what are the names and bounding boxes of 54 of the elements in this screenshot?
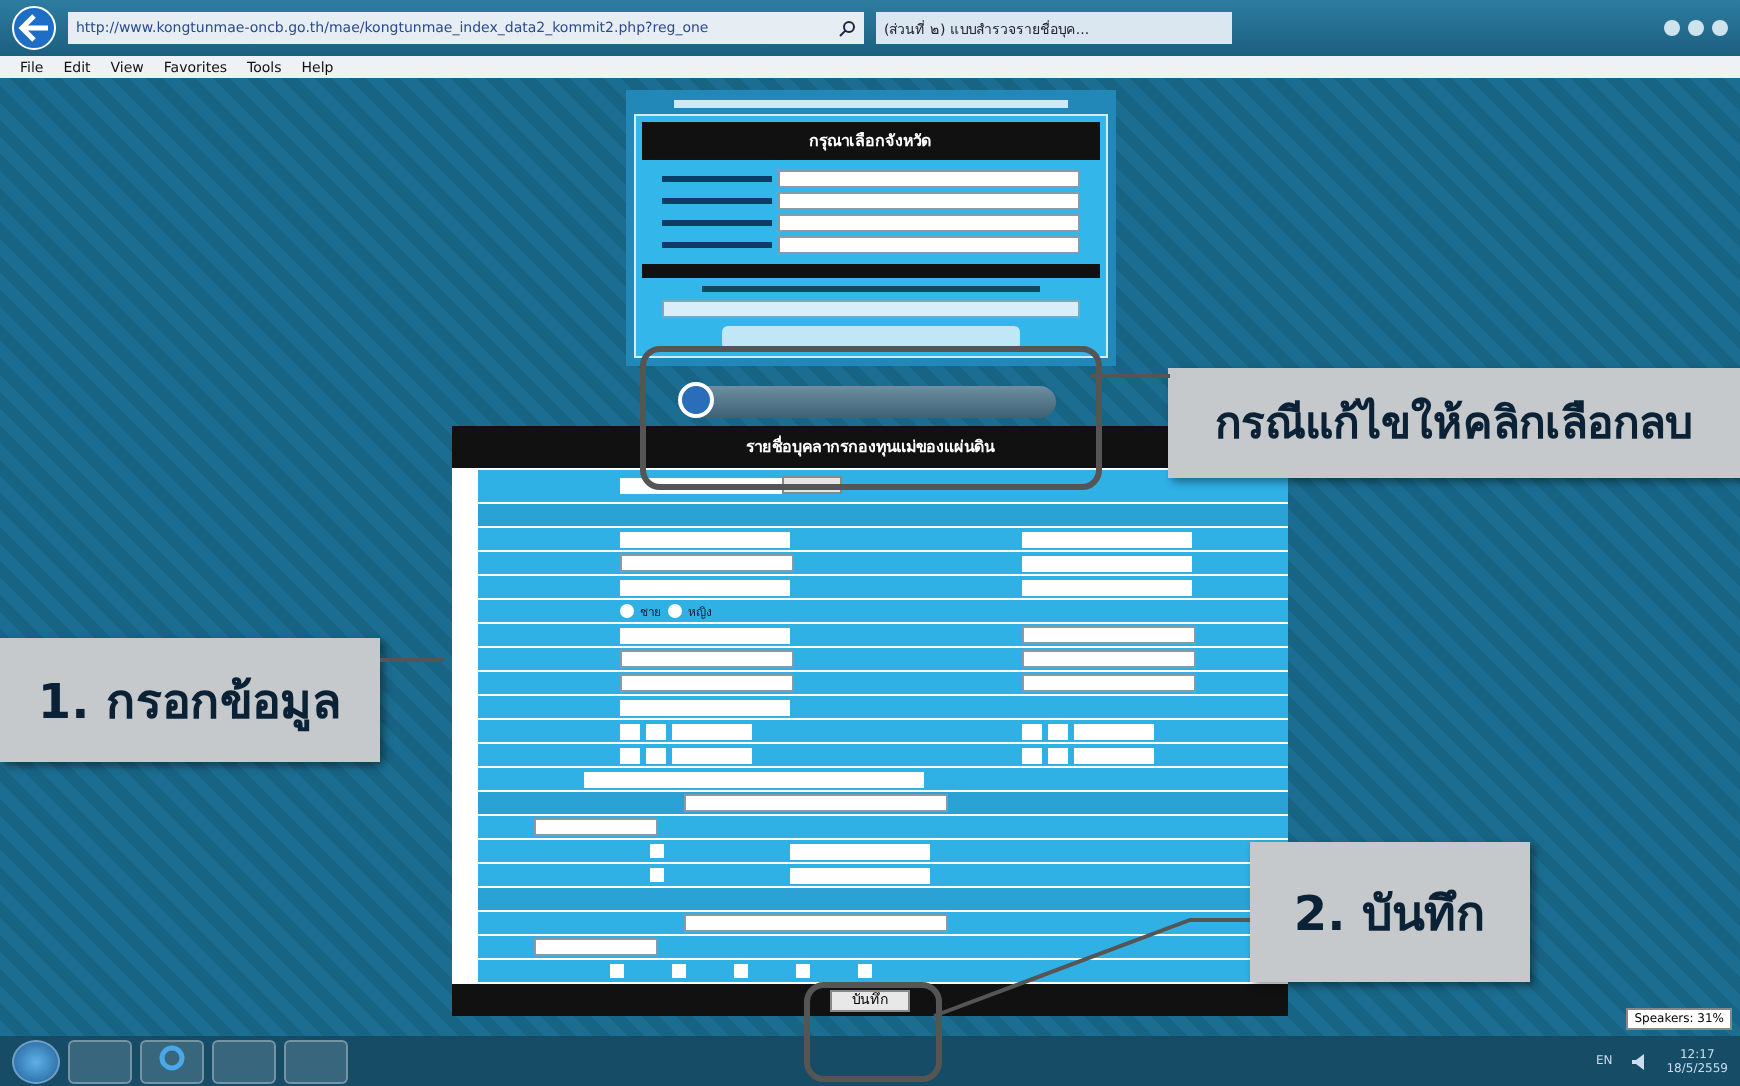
browser-icons-drawing — [1664, 20, 1728, 36]
select-field[interactable] — [1022, 650, 1196, 668]
browser-icon[interactable] — [140, 1039, 204, 1083]
select-field[interactable] — [684, 914, 948, 932]
input-field[interactable] — [620, 627, 790, 643]
select-field[interactable] — [620, 554, 794, 572]
select-field[interactable] — [534, 818, 658, 836]
leader-line — [1090, 374, 1170, 378]
checkbox[interactable] — [650, 868, 664, 882]
input-field[interactable] — [620, 531, 790, 547]
leader-line — [380, 658, 444, 662]
input-field[interactable] — [790, 867, 930, 883]
start-button[interactable] — [12, 1039, 60, 1083]
select-field[interactable] — [534, 938, 658, 956]
input-field[interactable] — [620, 579, 790, 595]
select-field[interactable] — [661, 300, 1079, 318]
input-field[interactable] — [1074, 723, 1154, 739]
checkbox[interactable] — [610, 964, 624, 978]
select-field[interactable] — [620, 674, 794, 692]
label-bar — [661, 242, 771, 248]
input-field[interactable] — [672, 747, 752, 763]
checkbox[interactable] — [858, 964, 872, 978]
select-field[interactable] — [684, 794, 948, 812]
back-button[interactable] — [12, 6, 56, 50]
checkbox[interactable] — [672, 964, 686, 978]
search-icon[interactable] — [838, 19, 856, 37]
label-bar — [661, 176, 771, 182]
select-field[interactable] — [1022, 674, 1196, 692]
select-field[interactable] — [777, 170, 1079, 188]
input-field[interactable] — [1022, 555, 1192, 571]
select-field[interactable] — [777, 192, 1079, 210]
callout-label: 2. บันทึก — [1250, 842, 1530, 982]
input-field[interactable] — [584, 771, 924, 787]
callout-label: 1. กรอกข้อมูล — [0, 638, 380, 762]
select-field[interactable] — [777, 236, 1079, 254]
radio-button[interactable] — [620, 604, 634, 618]
checkbox[interactable] — [650, 844, 664, 858]
label-bar — [661, 198, 771, 204]
input-field[interactable] — [790, 843, 930, 859]
input-field[interactable] — [1022, 579, 1192, 595]
panel-heading: กรุณาเลือกจังหวัด — [641, 122, 1099, 160]
checkbox[interactable] — [796, 964, 810, 978]
checkbox[interactable] — [734, 964, 748, 978]
input-field[interactable] — [1022, 531, 1192, 547]
label-bar — [661, 220, 771, 226]
radio-button[interactable] — [668, 604, 682, 618]
input-field[interactable] — [620, 699, 790, 715]
callout-label: กรณีแก้ไขให้คลิกเลือกลบ — [1168, 368, 1740, 478]
input-field[interactable] — [1074, 747, 1154, 763]
select-field[interactable] — [777, 214, 1079, 232]
select-field[interactable] — [620, 650, 794, 668]
input-field[interactable] — [672, 723, 752, 739]
speaker-icon[interactable] — [1632, 1053, 1647, 1069]
select-field[interactable] — [1022, 626, 1196, 644]
